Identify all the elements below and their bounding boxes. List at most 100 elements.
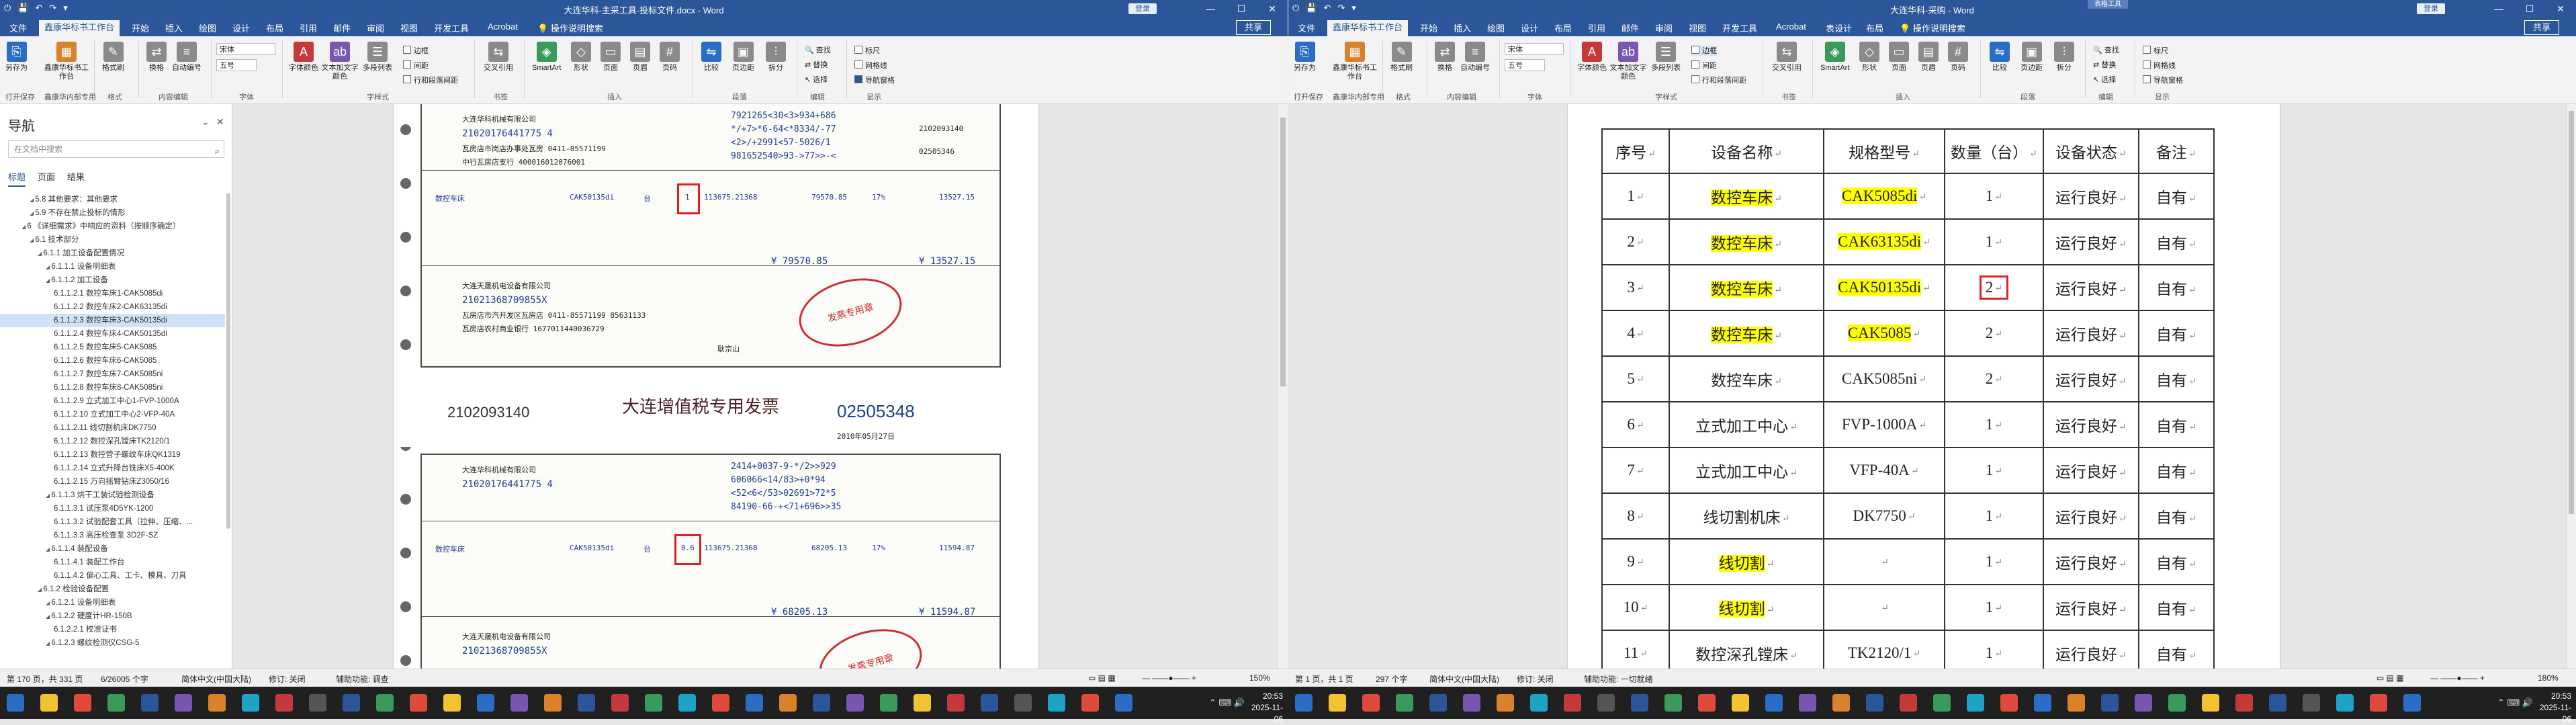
- workbench-button[interactable]: ▦ 鑫康华标书工作台: [1331, 42, 1378, 81]
- app-icon[interactable]: [2168, 694, 2186, 712]
- music-icon[interactable]: [1799, 694, 1816, 712]
- table-header-cell[interactable]: 备注 ↵: [2137, 128, 2215, 174]
- nav-search-input[interactable]: 在文档中搜索 ⌕: [8, 140, 224, 158]
- nav-heading-item[interactable]: ◢ 6.1.1.3 烘干工装试验检测设备: [0, 488, 225, 502]
- table-header-cell[interactable]: 设备状态 ↵: [2042, 128, 2139, 174]
- app-icon[interactable]: [1081, 694, 1099, 712]
- language[interactable]: 简体中文(中国大陆): [1429, 673, 1499, 685]
- tab-file[interactable]: 文件: [9, 22, 27, 34]
- border-option[interactable]: 边框: [1691, 46, 1717, 56]
- gridlines-checkbox[interactable]: [854, 60, 862, 69]
- table-cell[interactable]: CAK63135di ↵: [1823, 218, 1945, 265]
- word-icon[interactable]: [242, 694, 259, 712]
- tab-references[interactable]: 引用: [300, 22, 317, 34]
- tray-icons[interactable]: ⌃ ⌨ 🔊: [2497, 697, 2533, 708]
- smartart-button[interactable]: ◈ SmartArt: [1820, 42, 1849, 73]
- tab-acrobat[interactable]: Acrobat: [488, 22, 518, 32]
- save-as-button[interactable]: ⎘ 另存为: [1294, 42, 1316, 73]
- font-size-combo[interactable]: 五号: [1505, 59, 1545, 71]
- login-button[interactable]: 登录: [2417, 3, 2445, 14]
- tab-review[interactable]: 审阅: [367, 22, 384, 34]
- table-cell[interactable]: 自有 ↵: [2137, 264, 2215, 311]
- table-header-cell[interactable]: 设备名称 ↵: [1669, 128, 1824, 174]
- table-cell[interactable]: 1 ↵: [1944, 584, 2044, 631]
- nav-heading-item[interactable]: 6.1.1.2.11 线切割机床DK7750: [0, 421, 225, 435]
- table-cell[interactable]: 自有 ↵: [2137, 310, 2215, 357]
- table-cell[interactable]: 运行良好 ↵: [2042, 447, 2139, 494]
- share-button[interactable]: 共享: [2524, 20, 2560, 35]
- maximize-icon[interactable]: ☐: [2514, 0, 2545, 17]
- app-icon[interactable]: [2403, 694, 2421, 712]
- zoom-slider[interactable]: — ——●—— +: [1142, 673, 1196, 683]
- tab-references[interactable]: 引用: [1588, 22, 1605, 34]
- tab-file[interactable]: 文件: [1298, 22, 1315, 34]
- tab-layout[interactable]: 布局: [266, 22, 283, 34]
- spacing-checkbox[interactable]: [1691, 60, 1699, 69]
- table-cell[interactable]: 自有 ↵: [2137, 493, 2215, 540]
- multi-list-button[interactable]: ☰ 多段列表: [363, 42, 392, 73]
- browser-icon[interactable]: [107, 694, 125, 712]
- nav-heading-item[interactable]: 6.1.1.2.10 立式加工中心2-VFP-40A: [0, 408, 225, 421]
- nav-tab-headings[interactable]: 标题: [8, 170, 26, 187]
- app-icon[interactable]: [2370, 694, 2387, 712]
- nav-pane-option[interactable]: 导航窗格: [2143, 75, 2183, 85]
- chevron-down-icon[interactable]: ⌄: [202, 116, 210, 128]
- table-cell[interactable]: 1 ↵: [1944, 173, 2044, 220]
- tab-draw[interactable]: 绘图: [199, 22, 216, 34]
- app-icon[interactable]: [1048, 694, 1065, 712]
- margins-button[interactable]: ▣ 页边距: [2020, 42, 2043, 73]
- page-number-button[interactable]: # 页码: [660, 42, 680, 73]
- shape-button[interactable]: ◇ 形状: [1859, 42, 1879, 73]
- ruler-checkbox[interactable]: [2143, 46, 2151, 54]
- table-header-cell[interactable]: 数量（台） ↵: [1944, 128, 2044, 174]
- nav-heading-item[interactable]: 6.1.1.2.13 数控管子螺纹车床QK1319: [0, 448, 225, 462]
- table-cell[interactable]: 2 ↵: [1944, 355, 2044, 402]
- nav-heading-item[interactable]: ◢ 6.1.2.2 硬度计HR-150B: [0, 609, 225, 623]
- calendar-icon[interactable]: [1866, 694, 1883, 712]
- word-count[interactable]: 297 个字: [1376, 673, 1407, 685]
- app-icon[interactable]: [914, 694, 931, 712]
- search-icon[interactable]: [1329, 694, 1346, 712]
- table-cell[interactable]: VFP-40A ↵: [1823, 447, 1945, 494]
- nav-heading-item[interactable]: ◢ 6.1.2.3 螺纹检测仪CSG-5: [0, 636, 225, 650]
- accessibility[interactable]: 辅助功能: 调查: [336, 673, 389, 685]
- table-cell[interactable]: 数控车床 ↵: [1669, 310, 1824, 357]
- text-format-button[interactable]: ab 文本加文字颜色: [320, 42, 360, 81]
- excel-icon[interactable]: [1564, 694, 1581, 712]
- border-checkbox[interactable]: [403, 46, 411, 54]
- workbench-button[interactable]: ▦ 鑫康华标书工作台: [43, 42, 90, 81]
- scroll-thumb[interactable]: [1280, 118, 1286, 386]
- app-icon[interactable]: [2336, 694, 2354, 712]
- share-button[interactable]: 共享: [1236, 20, 1272, 35]
- spacing-option[interactable]: 间距: [1691, 60, 1717, 71]
- app-icon[interactable]: [2034, 694, 2051, 712]
- table-cell[interactable]: FVP-1000A ↵: [1823, 401, 1945, 448]
- view-icons[interactable]: ▭ ▤ ▦: [2377, 673, 2404, 683]
- font-color-button[interactable]: A 字体颜色: [1577, 42, 1607, 73]
- font-name-combo[interactable]: 宋体: [216, 43, 275, 55]
- nav-heading-item[interactable]: ◢ 6.1.1 加工设备配置情况: [0, 247, 225, 260]
- edge-icon[interactable]: [1698, 694, 1716, 712]
- tab-acrobat[interactable]: Acrobat: [1776, 22, 1806, 32]
- table-cell[interactable]: ↵: [1823, 538, 1945, 585]
- taskbar-clock[interactable]: 20:53 2025-11-06: [1244, 691, 1283, 725]
- multi-list-button[interactable]: ☰ 多段列表: [1651, 42, 1681, 73]
- app-icon[interactable]: [2135, 694, 2152, 712]
- nav-heading-item[interactable]: 6.1.1.2.1 数控车床1-CAK5085di: [0, 287, 225, 300]
- word-icon[interactable]: [1530, 694, 1548, 712]
- word-count[interactable]: 6/26005 个字: [101, 673, 148, 685]
- replace-format-button[interactable]: ⇄ 换格: [146, 42, 167, 73]
- folder-icon[interactable]: [1732, 694, 1749, 712]
- pdf-icon[interactable]: [1597, 694, 1615, 712]
- nav-heading-item[interactable]: ◢ 6.1 技术部分: [0, 233, 225, 247]
- select-button[interactable]: ↖ 选择: [2093, 75, 2116, 85]
- find-button[interactable]: 🔍 查找: [805, 46, 831, 55]
- nav-pane-checkbox[interactable]: [2143, 75, 2151, 83]
- auto-number-button[interactable]: ≡ 自动编号: [172, 42, 202, 73]
- tab-mailings[interactable]: 邮件: [333, 22, 351, 34]
- table-cell[interactable]: 立式加工中心 ↵: [1669, 401, 1824, 448]
- table-cell[interactable]: 1 ↵: [1601, 173, 1670, 220]
- nav-tab-results[interactable]: 结果: [67, 170, 85, 187]
- chrome-icon[interactable]: [376, 694, 394, 712]
- nav-heading-item[interactable]: 6.1.1.4.2 偏心工具、工卡、模具、刀具: [0, 569, 225, 583]
